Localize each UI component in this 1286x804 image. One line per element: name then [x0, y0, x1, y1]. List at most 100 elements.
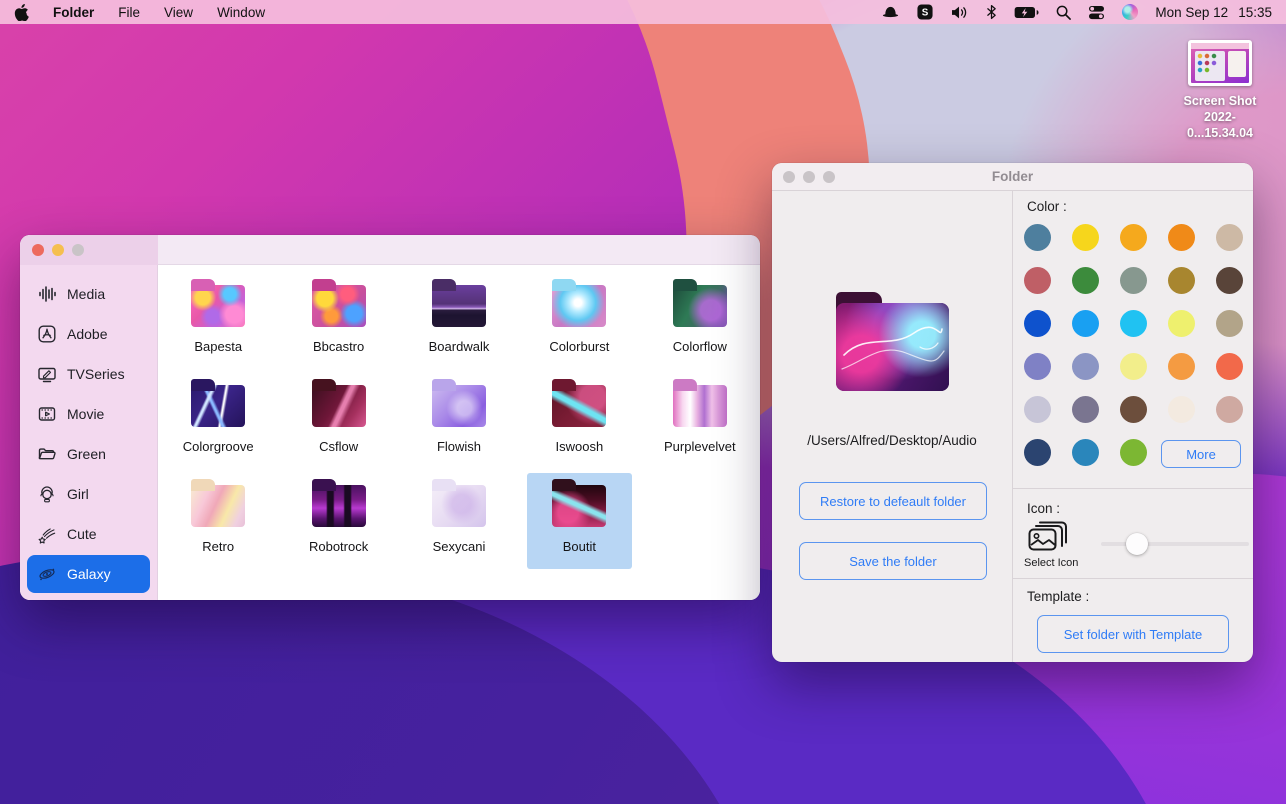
sidebar-item-green[interactable]: Green — [27, 435, 150, 473]
sidebar-item-label: Green — [67, 446, 106, 462]
screenshot-icon-label: Screen Shot 2022-0...15.34.04 — [1178, 93, 1262, 141]
color-swatch[interactable] — [1216, 224, 1243, 251]
zoom-button[interactable] — [823, 171, 835, 183]
folder-settings-window: Folder /Users/Alfred/Desktop/Audio Resto… — [772, 163, 1253, 662]
theme-item-label: Csflow — [319, 439, 358, 454]
folder-thumbnail — [191, 385, 245, 427]
folder-thumbnail — [432, 285, 486, 327]
select-icon-button[interactable] — [1028, 521, 1068, 553]
color-swatch[interactable] — [1216, 310, 1243, 337]
menubar-menu-window[interactable]: Window — [217, 5, 265, 20]
icon-size-slider[interactable] — [1101, 542, 1249, 546]
sidebar-item-cute[interactable]: Cute — [27, 515, 150, 553]
color-swatch[interactable] — [1120, 396, 1147, 423]
sidebar-item-media[interactable]: Media — [27, 275, 150, 313]
color-swatch[interactable] — [1024, 439, 1051, 466]
theme-item-robotrock[interactable]: Robotrock — [286, 473, 390, 569]
bluetooth-icon[interactable] — [986, 4, 997, 20]
color-swatch[interactable] — [1168, 310, 1195, 337]
restore-default-folder-button[interactable]: Restore to defeault folder — [799, 482, 987, 520]
color-swatch[interactable] — [1072, 439, 1099, 466]
color-swatch[interactable] — [1120, 224, 1147, 251]
color-swatch[interactable] — [1024, 224, 1051, 251]
color-swatch[interactable] — [1120, 439, 1147, 466]
siri-icon[interactable] — [1122, 4, 1138, 20]
color-swatch[interactable] — [1072, 310, 1099, 337]
theme-item-colorgroove[interactable]: Colorgroove — [166, 373, 270, 469]
theme-item-iswoosh[interactable]: Iswoosh — [527, 373, 631, 469]
color-swatch[interactable] — [1072, 267, 1099, 294]
theme-item-colorflow[interactable]: Colorflow — [648, 273, 752, 369]
theme-item-sexycani[interactable]: Sexycani — [407, 473, 511, 569]
color-swatch[interactable] — [1024, 267, 1051, 294]
theme-item-boardwalk[interactable]: Boardwalk — [407, 273, 511, 369]
minimize-button[interactable] — [52, 244, 64, 256]
apple-menu-icon[interactable] — [14, 4, 29, 21]
color-swatch[interactable] — [1216, 396, 1243, 423]
folder-thumbnail — [191, 285, 245, 327]
color-swatch[interactable] — [1216, 353, 1243, 380]
divider — [1013, 578, 1253, 579]
color-swatch[interactable] — [1168, 224, 1195, 251]
theme-item-flowish[interactable]: Flowish — [407, 373, 511, 469]
color-swatch[interactable] — [1072, 353, 1099, 380]
color-swatch[interactable] — [1216, 267, 1243, 294]
sidebar-item-galaxy[interactable]: Galaxy — [27, 555, 150, 593]
close-button[interactable] — [783, 171, 795, 183]
icon-section-label: Icon : — [1027, 501, 1060, 516]
theme-item-purplevelvet[interactable]: Purplevelvet — [648, 373, 752, 469]
slider-thumb[interactable] — [1126, 533, 1148, 555]
color-swatch[interactable] — [1024, 353, 1051, 380]
color-swatch[interactable] — [1168, 267, 1195, 294]
folder-thumbnail — [552, 385, 606, 427]
theme-item-boutit[interactable]: Boutit — [527, 473, 631, 569]
color-swatch[interactable] — [1120, 353, 1147, 380]
color-swatch[interactable] — [1168, 353, 1195, 380]
shooting-star-icon — [36, 523, 58, 545]
control-center-icon[interactable] — [1088, 5, 1105, 20]
color-swatch[interactable] — [1072, 396, 1099, 423]
sidebar-item-adobe[interactable]: Adobe — [27, 315, 150, 353]
bartender-hat-icon[interactable] — [881, 5, 900, 20]
themes-window-titlebar[interactable] — [20, 235, 760, 265]
sidebar-item-girl[interactable]: Girl — [27, 475, 150, 513]
battery-charging-icon[interactable] — [1014, 6, 1039, 19]
menubar-menu-file[interactable]: File — [118, 5, 140, 20]
minimize-button[interactable] — [803, 171, 815, 183]
color-swatch[interactable] — [1120, 267, 1147, 294]
save-folder-button[interactable]: Save the folder — [799, 542, 987, 580]
theme-item-label: Boutit — [563, 539, 596, 554]
themes-window: Media AdobeTVSeriesMovie Green GirlCuteGala… — [20, 235, 760, 600]
shottr-icon[interactable]: S — [917, 4, 933, 20]
theme-item-label: Bbcastro — [313, 339, 364, 354]
menubar-menu-view[interactable]: View — [164, 5, 193, 20]
set-folder-with-template-button[interactable]: Set folder with Template — [1037, 615, 1229, 653]
sidebar-item-movie[interactable]: Movie — [27, 395, 150, 433]
theme-item-label: Bapesta — [194, 339, 242, 354]
divider — [1013, 488, 1253, 489]
color-swatch[interactable] — [1024, 310, 1051, 337]
sidebar-item-tvseries[interactable]: TVSeries — [27, 355, 150, 393]
desktop-screenshot-icon[interactable]: Screen Shot 2022-0...15.34.04 — [1178, 40, 1262, 141]
color-swatch[interactable] — [1168, 396, 1195, 423]
themes-sidebar: Media AdobeTVSeriesMovie Green GirlCuteGala… — [20, 265, 158, 600]
theme-item-bapesta[interactable]: Bapesta — [166, 273, 270, 369]
zoom-button[interactable] — [72, 244, 84, 256]
theme-item-colorburst[interactable]: Colorburst — [527, 273, 631, 369]
color-swatch[interactable] — [1120, 310, 1147, 337]
color-swatch[interactable] — [1072, 224, 1099, 251]
folder-thumbnail — [673, 285, 727, 327]
select-icon-caption: Select Icon — [1024, 557, 1078, 569]
theme-item-retro[interactable]: Retro — [166, 473, 270, 569]
theme-item-bbcastro[interactable]: Bbcastro — [286, 273, 390, 369]
spotlight-search-icon[interactable] — [1056, 5, 1071, 20]
menubar-clock[interactable]: Mon Sep 12 15:35 — [1155, 5, 1272, 20]
more-colors-button[interactable]: More — [1161, 440, 1241, 468]
menubar-app-name[interactable]: Folder — [53, 5, 94, 20]
sidebar-item-label: Media — [67, 286, 105, 302]
volume-icon[interactable] — [950, 5, 969, 20]
theme-item-csflow[interactable]: Csflow — [286, 373, 390, 469]
color-swatch[interactable] — [1024, 396, 1051, 423]
close-button[interactable] — [32, 244, 44, 256]
folder-window-titlebar[interactable]: Folder — [772, 163, 1253, 191]
